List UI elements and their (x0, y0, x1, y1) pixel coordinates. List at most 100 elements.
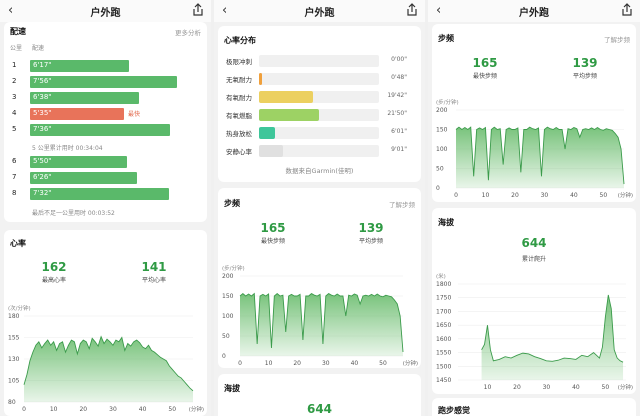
cadence-chart: (步/分钟)200 150 100 50 0 0 10 20 30 40 50 (分钟) (436, 98, 633, 199)
screen-right: ‹ 户外跑 步频 了解步频 165 最快步频 139 平均步频 (步/分钟) 20… (428, 0, 640, 416)
x-tick-label: 30 (541, 192, 549, 199)
altitude-title: 海拔 (224, 384, 240, 393)
x-tick-label: 20 (513, 384, 521, 391)
y-tick-label: 0 (436, 185, 440, 192)
cad-max-label: 最快步频 (472, 73, 497, 80)
share-icon[interactable] (406, 3, 418, 17)
zone-fill (259, 73, 262, 85)
zone-title: 心率分布 (224, 36, 256, 45)
hr-avg-value: 141 (141, 260, 167, 274)
zone-time: 19'42" (387, 92, 407, 99)
x-unit-label: (分钟) (618, 383, 633, 391)
nav-title: 户外跑 (304, 8, 335, 19)
y-tick-label: 1500 (436, 363, 451, 370)
y-tick-label: 1750 (436, 295, 451, 302)
y-tick-label: 150 (222, 293, 234, 300)
pace-value: 6'26" (33, 173, 52, 181)
hr-avg-stat: 141 平均心率 (119, 260, 189, 284)
run-feel-title: 跑步感觉 (438, 406, 470, 415)
fastest-tag: 最快 (128, 111, 141, 118)
heart-rate-card: 心率 162 最高心率 141 平均心率 (次/分钟) 180 155 130 105 8… (4, 230, 207, 416)
nav-title: 户外跑 (519, 8, 549, 19)
altitude-label: 累计爬升 (521, 256, 546, 263)
cad-max-value: 165 (472, 56, 498, 70)
cad-avg-value: 139 (572, 56, 598, 70)
cadence-card: 步频 了解步频 165 最快步频 139 平均步频 (步/分钟) 200 150 10… (218, 188, 421, 368)
zone-track (259, 91, 379, 103)
y-tick-label: 105 (8, 378, 20, 385)
y-unit-label: (米) (436, 272, 446, 280)
y-tick-label: 1600 (436, 336, 451, 343)
x-tick-label: 30 (109, 406, 117, 413)
lap-row: 8 7'32" (10, 187, 201, 201)
x-tick-label: 50 (600, 192, 608, 199)
y-tick-label: 1800 (436, 281, 451, 288)
nav-title: 户外跑 (90, 8, 121, 19)
zone-row: 有氧耐力 19'42" (226, 90, 413, 104)
cad-max-stat: 165 最快步频 (450, 56, 520, 80)
y-tick-label: 180 (8, 313, 20, 320)
x-tick-label: 10 (484, 384, 492, 391)
y-tick-label: 1700 (436, 308, 451, 315)
x-tick-label: 20 (293, 360, 301, 367)
zone-fill (259, 127, 275, 139)
x-tick-label: 50 (168, 406, 176, 413)
x-tick-label: 20 (511, 192, 519, 199)
y-tick-label: 1450 (436, 377, 451, 384)
zone-fill (259, 91, 313, 103)
altitude-value: 644 (521, 236, 547, 250)
cadence-title: 步频 (224, 199, 240, 208)
y-tick-label: 100 (222, 313, 234, 320)
y-tick-label: 130 (8, 356, 20, 363)
zone-time: 21'50" (387, 110, 407, 117)
zone-track (259, 127, 379, 139)
last-km-note: 最后不足一公里用时 00:03:52 (32, 210, 115, 217)
altitude-chart: (米)1800 1750 1700 1650 1600 1550 1500 1450 10 20 3… (436, 272, 633, 391)
pace-value: 7'36" (33, 125, 52, 133)
share-icon[interactable] (192, 3, 204, 17)
share-icon[interactable] (621, 3, 633, 17)
pace-value: 6'17" (33, 61, 52, 69)
y-unit-label: (步/分钟) (222, 264, 245, 272)
learn-cadence-link[interactable]: 了解步频 (389, 199, 415, 209)
x-tick-label: 50 (602, 384, 610, 391)
nav-bar: ‹ 户外跑 (428, 0, 640, 22)
pace-value: 5'35" (33, 109, 52, 117)
pace-card: 配速 更多分析 公里 配速 1 6'17" 2 7'56" 3 6'38" 4 5'35" 最快… (4, 22, 207, 222)
pace-title: 配速 (10, 27, 26, 36)
cad-avg-label: 平均步频 (358, 238, 383, 245)
lap-row: 2 7'56" (10, 75, 201, 89)
lap-number: 4 (12, 109, 17, 117)
learn-cadence-link[interactable]: 了解步频 (604, 34, 630, 44)
lap-row: 6 5'50" (10, 155, 201, 169)
y-unit-label: (次/分钟) (8, 304, 31, 312)
cad-avg-stat: 139 平均步频 (550, 56, 620, 80)
zone-time: 9'01" (391, 146, 407, 153)
lap-row: 3 6'38" (10, 91, 201, 105)
zone-name: 极限冲刺 (226, 58, 252, 66)
altitude-card: 海拔 644 (218, 374, 421, 416)
cumulative-note: 5 公里累计用时 00:34:04 (32, 145, 103, 152)
lap-number: 2 (12, 77, 17, 85)
y-tick-label: 100 (436, 146, 448, 153)
zone-track (259, 109, 379, 121)
more-analysis-link[interactable]: 更多分析 (175, 27, 201, 37)
nav-bar: ‹ 户外跑 (214, 0, 425, 22)
zone-name: 安静心率 (226, 148, 252, 156)
y-tick-label: 0 (222, 353, 226, 360)
zone-track (259, 55, 379, 67)
lap-number: 3 (12, 93, 17, 101)
col-pace: 配速 (32, 45, 45, 52)
zone-row: 热身放松 6'01" (226, 126, 413, 140)
cadence-chart: (步/分钟)200 150 100 50 0 0 10 20 30 40 50 (分钟) (222, 264, 418, 367)
altitude-card: 海拔 644 累计爬升 (米) 1800 1750 1700 1650 1600 1550 1… (432, 208, 636, 394)
altitude-value: 644 (306, 402, 333, 416)
x-tick-label: 30 (322, 360, 330, 367)
data-source: 数据来自Garmin(佳明) (285, 167, 354, 175)
lap-row: 7 6'26" (10, 171, 201, 185)
cad-max-stat: 165 最快步频 (238, 221, 308, 245)
hr-max-value: 162 (41, 260, 67, 274)
hr-title: 心率 (10, 239, 26, 248)
x-tick-label: 0 (238, 360, 242, 367)
y-tick-label: 200 (436, 107, 448, 114)
